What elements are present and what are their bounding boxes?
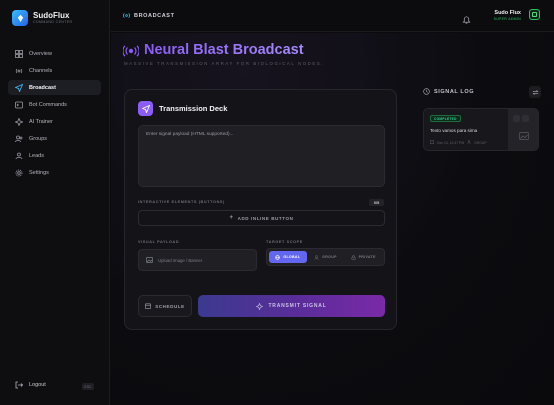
- header-title-text: BROADCAST: [134, 12, 175, 19]
- status-badge: COMPLETED: [430, 115, 461, 122]
- broadcast-waves-icon: [122, 44, 140, 57]
- upload-image-placeholder: Upload Image / Banner: [158, 257, 203, 263]
- transmit-signal-button[interactable]: TRANSMIT SIGNAL: [198, 295, 385, 317]
- refresh-icon: [531, 83, 539, 101]
- edit-icon[interactable]: [513, 115, 520, 122]
- sparkle-icon: [15, 117, 23, 126]
- deck-title: Transmission Deck: [159, 104, 228, 113]
- sidebar-item-label: Groups: [29, 135, 48, 142]
- sidebar-item-label: Overview: [29, 50, 52, 57]
- upload-image-field[interactable]: Upload Image / Banner: [138, 249, 257, 271]
- scope-option-label: GLOBAL: [283, 255, 301, 259]
- refresh-button[interactable]: [529, 86, 541, 98]
- page-title: Neural Blast Broadcast: [122, 42, 304, 58]
- add-inline-button[interactable]: + ADD INLINE BUTTON: [138, 210, 385, 226]
- transmit-signal-label: TRANSMIT SIGNAL: [268, 303, 327, 309]
- add-inline-button-label: ADD INLINE BUTTON: [237, 215, 294, 221]
- logout-icon: [15, 381, 24, 389]
- scope-option-label: GROUP: [322, 255, 337, 259]
- log-entry-text: Texto vamos para sima: [430, 128, 478, 133]
- sparkle-icon: [256, 302, 264, 310]
- sidebar-item-overview[interactable]: Overview: [8, 46, 101, 61]
- brand-tagline: COMMAND CENTER: [33, 20, 73, 24]
- payload-textarea[interactable]: Enter signal payload (HTML supported)...: [138, 125, 385, 187]
- sidebar-item-channels[interactable]: Channels: [8, 63, 101, 78]
- sidebar-item-label: AI Trainer: [29, 118, 53, 125]
- visual-payload-label: VISUAL PAYLOAD: [138, 240, 180, 244]
- sidebar-item-settings[interactable]: Settings: [8, 165, 101, 180]
- logout-button[interactable]: Logout: [15, 381, 46, 389]
- signal-log-header: SIGNAL LOG: [423, 88, 474, 95]
- page-title-text: Neural Blast Broadcast: [144, 42, 304, 58]
- scope-global-option[interactable]: GLOBAL: [269, 251, 307, 263]
- sidebar-item-groups[interactable]: Groups: [8, 131, 101, 146]
- clock-icon: [423, 88, 430, 95]
- log-entry-target: GROUP: [474, 140, 487, 145]
- deck-header: Transmission Deck: [138, 101, 227, 116]
- users-icon: [467, 140, 471, 145]
- log-entry-actions: [513, 115, 531, 122]
- user-role: SUPER ADMIN: [493, 17, 521, 21]
- page-subtitle: MASSIVE TRANSMISSION ARRAY FOR BIOLOGICA…: [124, 61, 325, 66]
- target-scope-selector: GLOBAL GROUP PRIVATE: [266, 248, 385, 266]
- log-entry-meta: Dec 14, 12:47 PM GROUP: [430, 140, 490, 145]
- sidebar-item-label: Bot Commands: [29, 101, 67, 108]
- plus-icon: +: [229, 215, 234, 221]
- avatar[interactable]: [529, 9, 540, 20]
- buttons-section-label: INTERACTIVE ELEMENTS (BUTTONS): [138, 200, 225, 204]
- brand[interactable]: SudoFlux COMMAND CENTER: [12, 10, 72, 26]
- calendar-icon: [145, 303, 152, 309]
- sidebar-item-broadcast[interactable]: Broadcast: [8, 80, 101, 95]
- schedule-label: SCHEDULE: [155, 303, 185, 309]
- transmission-deck: Transmission Deck Enter signal payload (…: [124, 89, 397, 330]
- sidebar: SudoFlux COMMAND CENTER Overview Channel…: [0, 0, 110, 405]
- sidebar-item-label: Leads: [29, 152, 44, 159]
- bell-icon[interactable]: [462, 11, 471, 24]
- log-entry-date: Dec 14, 12:47 PM: [437, 140, 465, 145]
- sidebar-nav: Overview Channels Broadcast Bot Commands…: [8, 46, 101, 182]
- lock-icon: [351, 254, 356, 260]
- grid-icon: [15, 49, 23, 58]
- users-icon: [15, 135, 23, 143]
- signal-log-entry[interactable]: COMPLETED Texto vamos para sima Dec 14, …: [423, 108, 539, 151]
- top-header: BROADCAST Sudo Flux SUPER ADMIN: [111, 0, 554, 32]
- schedule-button[interactable]: SCHEDULE: [138, 295, 192, 317]
- scope-private-option[interactable]: PRIVATE: [344, 251, 382, 263]
- header-title: BROADCAST: [123, 12, 175, 19]
- gear-icon: [15, 169, 23, 177]
- brand-name: SudoFlux: [33, 11, 70, 20]
- signal-log-title: SIGNAL LOG: [434, 88, 475, 95]
- user-name: Sudo Flux: [494, 10, 521, 16]
- broadcast-signal-icon: [15, 67, 23, 75]
- terminal-icon: [15, 101, 23, 109]
- scope-group-option[interactable]: GROUP: [307, 251, 345, 263]
- globe-icon: [275, 254, 281, 260]
- image-icon: [146, 257, 153, 263]
- logout-label: Logout: [29, 382, 46, 388]
- paper-plane-icon: [138, 101, 153, 116]
- scope-option-label: PRIVATE: [358, 255, 376, 259]
- calendar-icon: [430, 140, 434, 145]
- target-scope-label: TARGET SCOPE: [266, 240, 303, 244]
- sidebar-item-label: Broadcast: [29, 84, 56, 91]
- sidebar-item-ai-trainer[interactable]: AI Trainer: [8, 114, 101, 129]
- sidebar-item-leads[interactable]: Leads: [8, 148, 101, 163]
- sidebar-item-label: Settings: [29, 169, 49, 176]
- users-icon: [314, 254, 319, 260]
- user-info[interactable]: Sudo Flux SUPER ADMIN: [494, 10, 521, 21]
- sidebar-item-label: Channels: [29, 67, 53, 74]
- logout-shortcut-badge: ESC: [82, 383, 94, 390]
- buttons-count-badge: 0/5: [369, 199, 384, 206]
- brand-logo-icon: [12, 10, 28, 26]
- broadcast-icon: [123, 12, 130, 19]
- delete-icon[interactable]: [522, 115, 529, 122]
- sidebar-item-bot-commands[interactable]: Bot Commands: [8, 97, 101, 112]
- user-group-icon: [15, 152, 23, 160]
- paper-plane-icon: [15, 83, 23, 92]
